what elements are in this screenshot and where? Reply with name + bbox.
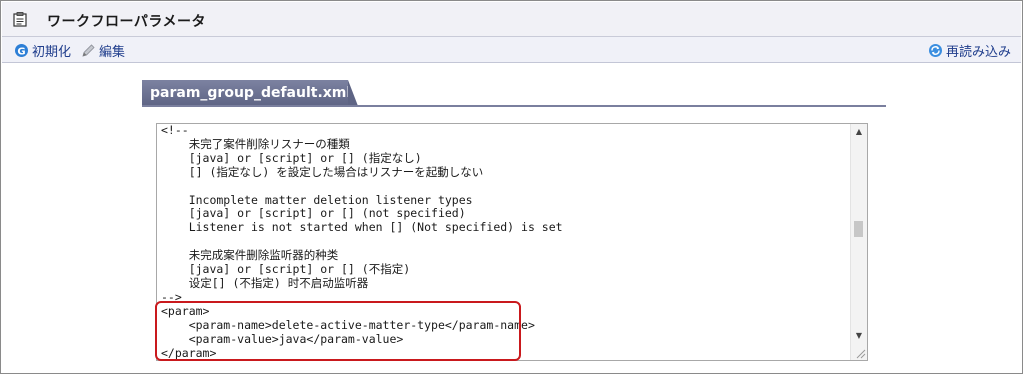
xml-editor-content[interactable]: <!-- 未完了案件削除リスナーの種類 [java] or [script] o… <box>161 124 847 360</box>
code-line: [java] or [script] or [] (不指定) <box>161 262 411 277</box>
code-line: <!-- <box>161 124 189 137</box>
code-line: 未完了案件削除リスナーの種類 <box>161 136 350 151</box>
code-line: [] (指定なし) を設定した場合はリスナーを起動しない <box>161 164 484 179</box>
scroll-up-arrow-icon[interactable]: ▲ <box>851 124 867 140</box>
svg-text:G: G <box>17 46 25 57</box>
initialize-icon: G <box>15 44 28 57</box>
code-line: Incomplete matter deletion listener type… <box>161 192 473 207</box>
reload-icon <box>928 44 942 57</box>
code-line: Listener is not started when [] (Not spe… <box>161 220 563 235</box>
xml-editor-textarea[interactable]: <!-- 未完了案件削除リスナーの種類 [java] or [script] o… <box>156 123 868 361</box>
edit-label: 編集 <box>99 45 126 60</box>
clipboard-icon <box>13 12 27 27</box>
toolbar: G 初期化 編集 再読み込み <box>2 37 1021 63</box>
code-line: --> <box>161 289 182 304</box>
reload-label: 再読み込み <box>945 45 1011 60</box>
title-bar: ワークフローパラメータ <box>2 2 1021 37</box>
pencil-icon <box>82 44 95 57</box>
tab-param-group-default[interactable]: param_group_default.xml <box>142 80 351 106</box>
code-line: [java] or [script] or [] (指定なし) <box>161 150 422 165</box>
code-line: <param-value>java</param-value> <box>161 331 404 346</box>
code-line: <param-name>delete-active-matter-type</p… <box>161 317 535 332</box>
initialize-label: 初期化 <box>32 45 72 60</box>
page-title: ワークフローパラメータ <box>47 14 206 30</box>
vertical-scrollbar[interactable]: ▲ ▼ <box>850 124 867 360</box>
scroll-down-arrow-icon[interactable]: ▼ <box>851 328 867 344</box>
code-line: [java] or [script] or [] (not specified) <box>161 206 466 221</box>
code-line: 设定[] (不指定) 时不启动监听器 <box>161 275 369 290</box>
edit-button[interactable]: 編集 <box>81 41 125 60</box>
initialize-button[interactable]: G 初期化 <box>14 41 71 60</box>
code-line: </param> <box>161 345 217 360</box>
window-frame: ワークフローパラメータ G 初期化 編集 再読み込み param_group_d… <box>0 0 1023 374</box>
code-line: 未完成案件删除监听器的种类 <box>161 248 339 263</box>
tab-underline <box>142 105 886 107</box>
code-line: <param> <box>161 303 210 318</box>
tab-edge <box>348 80 358 106</box>
reload-button[interactable]: 再読み込み <box>928 41 1011 60</box>
resize-handle-icon[interactable] <box>854 347 866 359</box>
scrollbar-thumb[interactable] <box>854 221 863 237</box>
